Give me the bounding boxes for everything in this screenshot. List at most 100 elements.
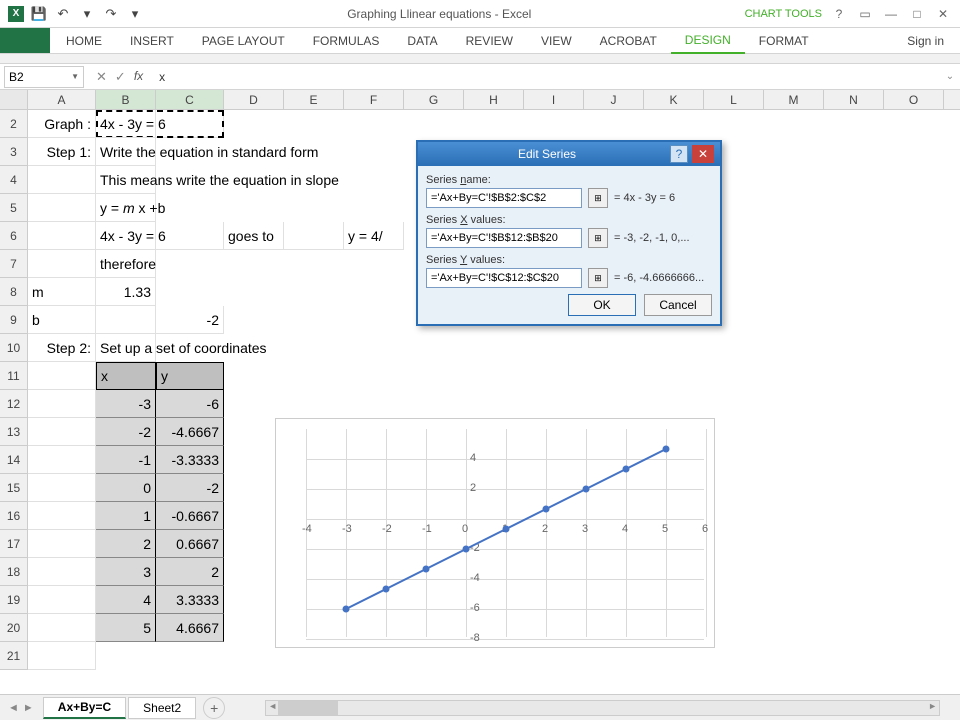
cancel-button[interactable]: Cancel <box>644 294 712 316</box>
row-header[interactable]: 16 <box>0 502 28 530</box>
cell[interactable]: b <box>28 306 96 334</box>
cell[interactable] <box>28 530 96 558</box>
cell[interactable]: -4.6667 <box>156 418 224 446</box>
cell[interactable] <box>28 446 96 474</box>
cell[interactable]: 3 <box>96 558 156 586</box>
col-header[interactable]: C <box>156 90 224 109</box>
row-header[interactable]: 3 <box>0 138 28 166</box>
range-selector-icon[interactable]: ⊞ <box>588 228 608 248</box>
file-tab[interactable] <box>0 28 50 53</box>
qat-dropdown-icon[interactable]: ▾ <box>126 5 144 23</box>
cell[interactable]: 4x - 3y = 6 <box>96 110 156 138</box>
row-header[interactable]: 17 <box>0 530 28 558</box>
cell[interactable] <box>28 418 96 446</box>
row-header[interactable]: 11 <box>0 362 28 390</box>
tab-insert[interactable]: INSERT <box>116 28 188 54</box>
col-header[interactable]: J <box>584 90 644 109</box>
ribbon-display-icon[interactable]: ▭ <box>858 7 872 21</box>
cell[interactable]: x <box>96 362 156 390</box>
cell[interactable]: Graph : <box>28 110 96 138</box>
tab-design[interactable]: DESIGN <box>671 28 745 54</box>
col-header[interactable]: H <box>464 90 524 109</box>
row-header[interactable]: 4 <box>0 166 28 194</box>
tab-review[interactable]: REVIEW <box>452 28 527 54</box>
cell[interactable] <box>284 222 344 250</box>
series-y-input[interactable] <box>426 268 582 288</box>
redo-icon[interactable]: ↷ <box>102 5 120 23</box>
cell[interactable]: -3 <box>96 390 156 418</box>
cell[interactable]: 0.6667 <box>156 530 224 558</box>
cell[interactable]: -1 <box>96 446 156 474</box>
row-header[interactable]: 12 <box>0 390 28 418</box>
cell[interactable]: m <box>28 278 96 306</box>
cell[interactable]: therefore <box>96 250 156 278</box>
data-point[interactable] <box>383 586 390 593</box>
cell[interactable]: -2 <box>96 418 156 446</box>
data-point[interactable] <box>623 466 630 473</box>
series-x-input[interactable] <box>426 228 582 248</box>
cell[interactable]: 1 <box>96 502 156 530</box>
row-header[interactable]: 6 <box>0 222 28 250</box>
cell[interactable]: 4.6667 <box>156 614 224 642</box>
fx-icon[interactable]: fx <box>134 69 143 85</box>
row-header[interactable]: 13 <box>0 418 28 446</box>
cell[interactable]: -3.3333 <box>156 446 224 474</box>
name-box[interactable]: B2 ▼ <box>4 66 84 88</box>
tab-page-layout[interactable]: PAGE LAYOUT <box>188 28 299 54</box>
col-header[interactable]: G <box>404 90 464 109</box>
tab-home[interactable]: HOME <box>52 28 116 54</box>
cell[interactable]: 4x - 3y = 6 <box>96 222 156 250</box>
cell[interactable] <box>156 222 224 250</box>
cell[interactable] <box>28 166 96 194</box>
row-header[interactable]: 21 <box>0 642 28 670</box>
chart[interactable]: -8-6-4-224-4-3-2-10123456 <box>275 418 715 648</box>
col-header[interactable]: K <box>644 90 704 109</box>
help-icon[interactable]: ? <box>670 145 688 163</box>
dialog-titlebar[interactable]: Edit Series ? ✕ <box>418 142 720 166</box>
row-header[interactable]: 7 <box>0 250 28 278</box>
cell[interactable]: goes to <box>224 222 284 250</box>
data-point[interactable] <box>543 505 550 512</box>
row-header[interactable]: 19 <box>0 586 28 614</box>
cell[interactable] <box>28 558 96 586</box>
chevron-down-icon[interactable]: ▼ <box>71 72 79 81</box>
col-header[interactable]: D <box>224 90 284 109</box>
row-header[interactable]: 14 <box>0 446 28 474</box>
scrollbar-thumb[interactable] <box>278 701 338 715</box>
expand-formula-icon[interactable]: ⌄ <box>940 71 960 82</box>
cell[interactable]: 2 <box>156 558 224 586</box>
cell[interactable]: Step 1: <box>28 138 96 166</box>
cell[interactable]: y <box>156 362 224 390</box>
data-point[interactable] <box>423 565 430 572</box>
data-point[interactable] <box>663 445 670 452</box>
tab-view[interactable]: VIEW <box>527 28 586 54</box>
sheet-tab[interactable]: Sheet2 <box>128 697 196 719</box>
cell[interactable]: Set up a set of coordinates <box>96 334 156 362</box>
col-header[interactable]: L <box>704 90 764 109</box>
cell[interactable]: Write the equation in standard form <box>96 138 156 166</box>
cell[interactable]: 4 <box>96 586 156 614</box>
horizontal-scrollbar[interactable]: ◄ ► <box>265 700 940 716</box>
cell[interactable] <box>28 390 96 418</box>
cell[interactable]: 3.3333 <box>156 586 224 614</box>
row-header[interactable]: 5 <box>0 194 28 222</box>
col-header[interactable]: O <box>884 90 944 109</box>
add-sheet-button[interactable]: + <box>203 697 225 719</box>
cell[interactable]: This means write the equation in slope <box>96 166 156 194</box>
tab-acrobat[interactable]: ACROBAT <box>586 28 671 54</box>
cell[interactable] <box>28 362 96 390</box>
cell[interactable] <box>28 614 96 642</box>
col-header[interactable]: B <box>96 90 156 109</box>
row-header[interactable]: 18 <box>0 558 28 586</box>
col-header[interactable]: M <box>764 90 824 109</box>
col-header[interactable]: E <box>284 90 344 109</box>
cell[interactable]: 0 <box>96 474 156 502</box>
prev-sheet-icon[interactable]: ◄ <box>8 702 19 714</box>
cell[interactable] <box>28 586 96 614</box>
data-point[interactable] <box>463 546 470 553</box>
help-icon[interactable]: ? <box>832 7 846 21</box>
data-point[interactable] <box>583 486 590 493</box>
save-icon[interactable]: 💾 <box>30 5 48 23</box>
close-icon[interactable]: ✕ <box>936 7 950 21</box>
next-sheet-icon[interactable]: ► <box>23 702 34 714</box>
